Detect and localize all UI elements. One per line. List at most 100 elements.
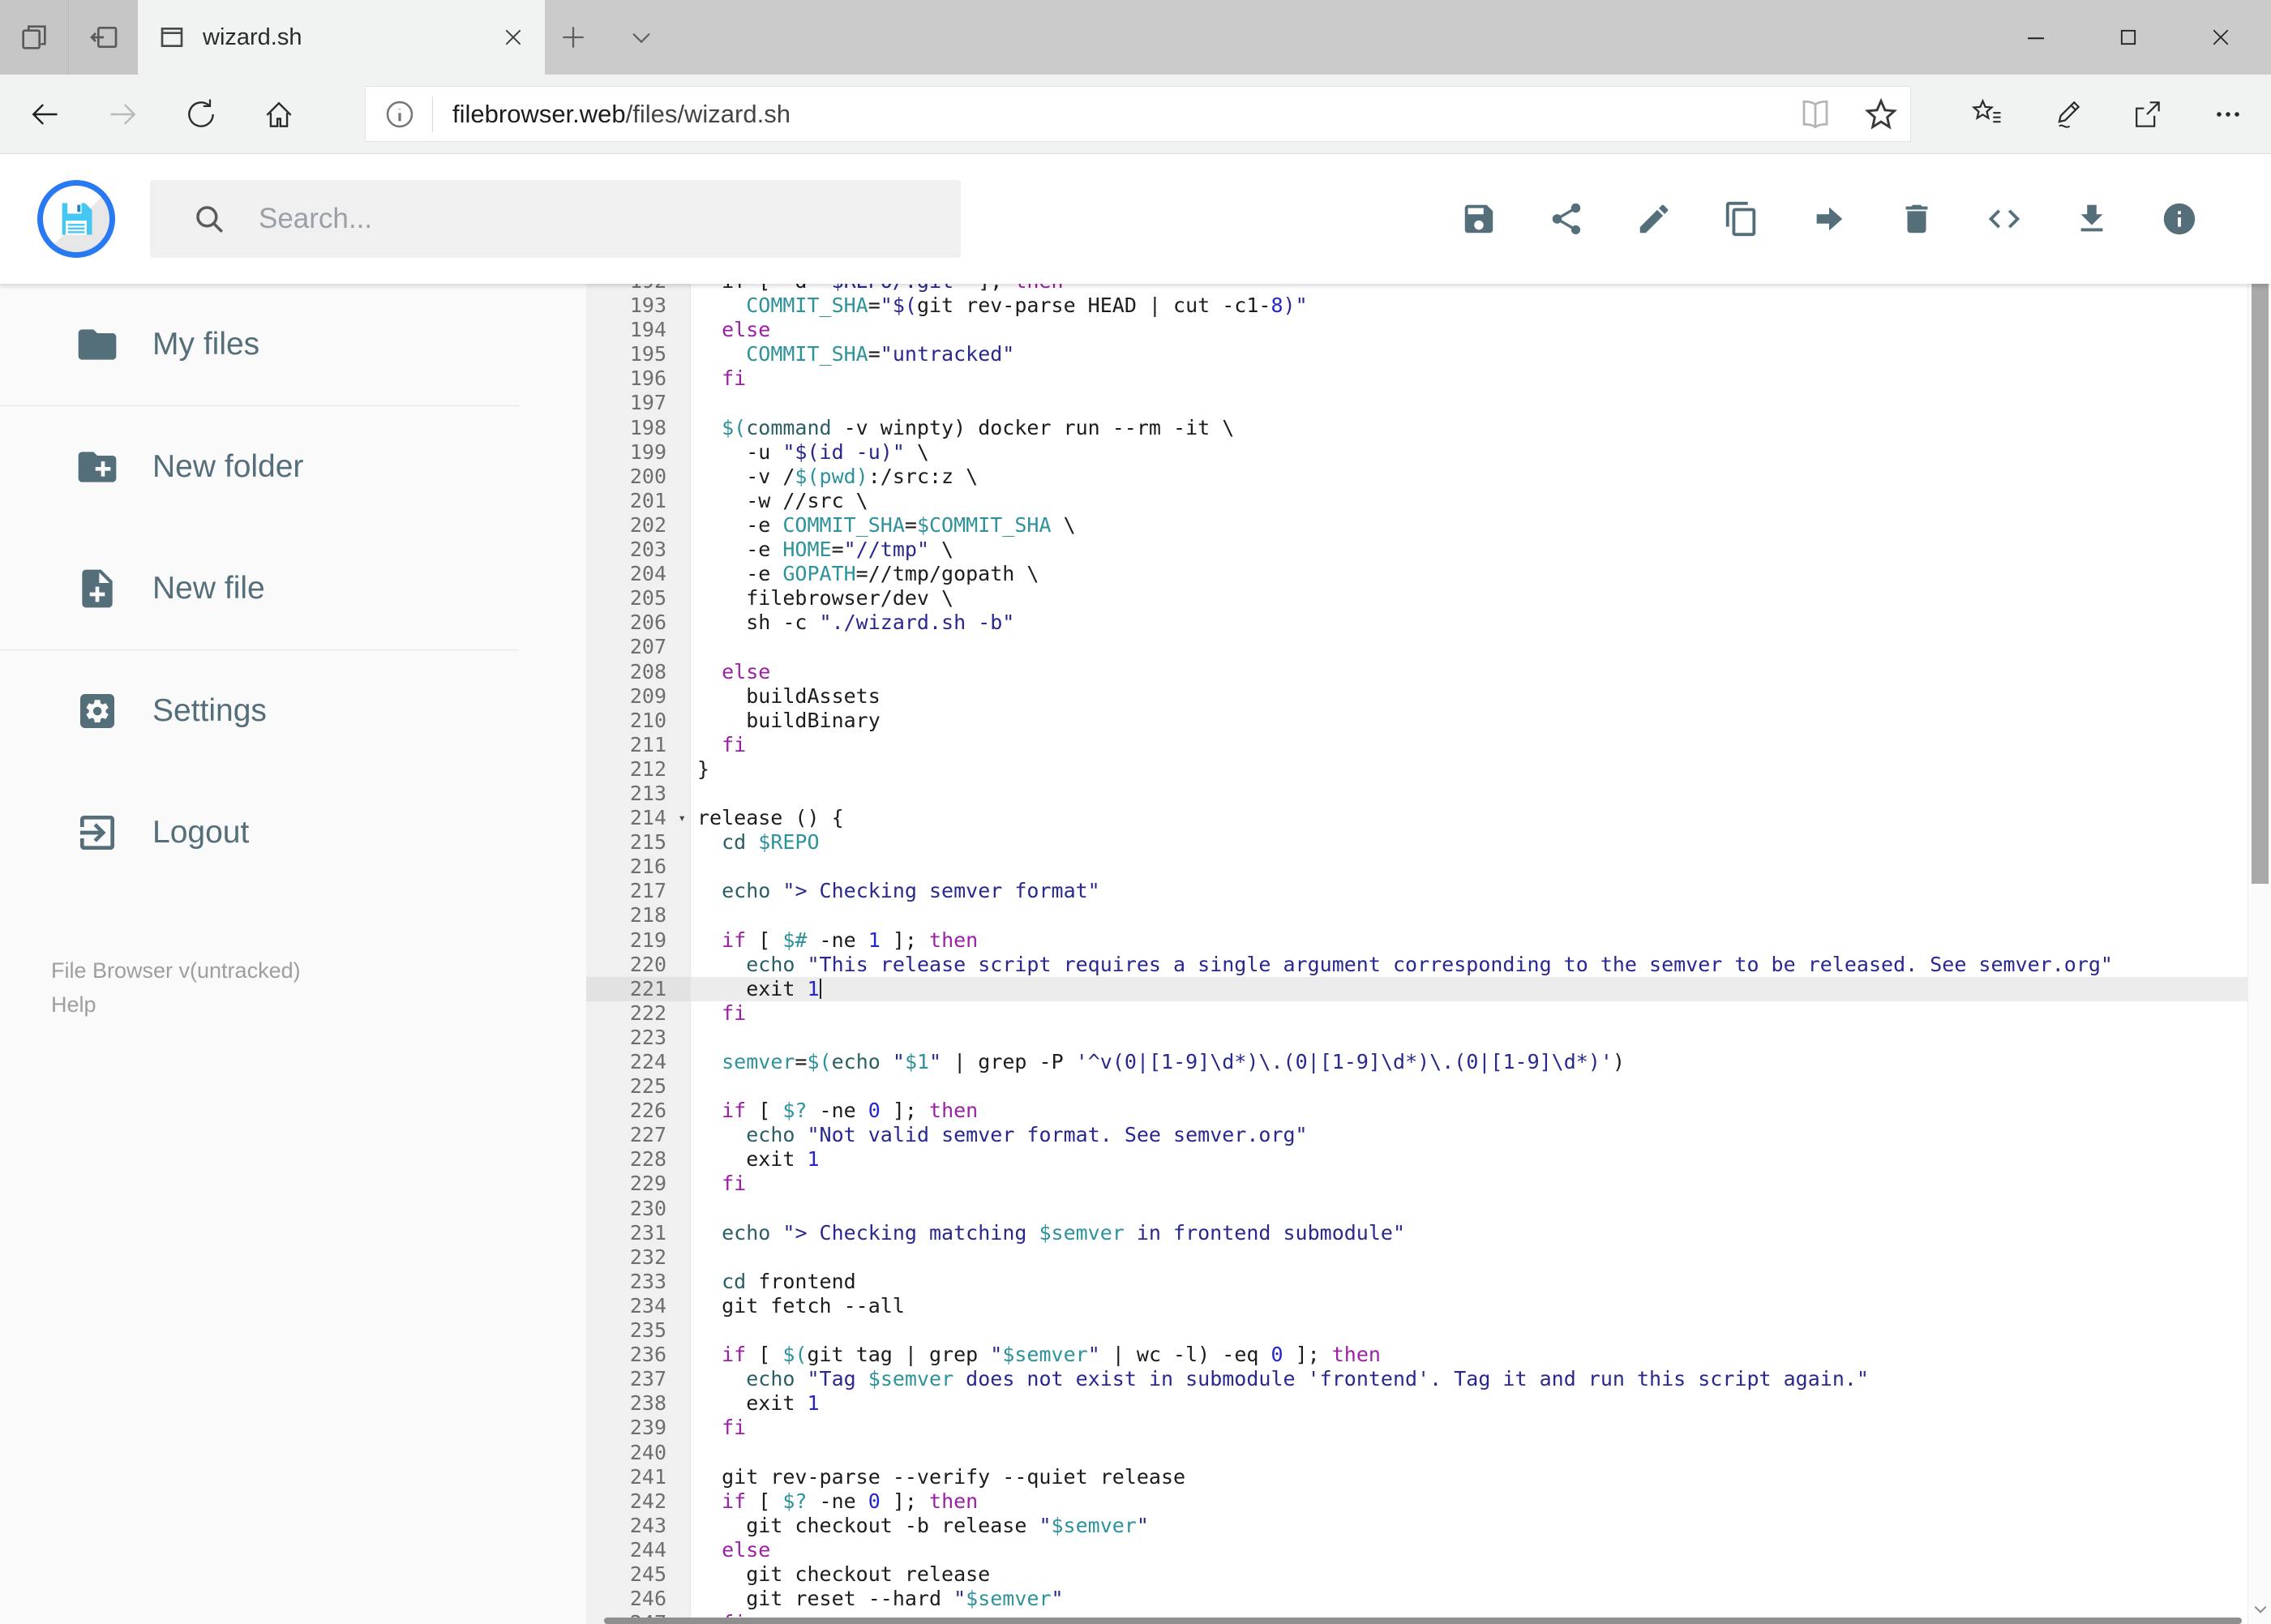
set-tabs-aside-button[interactable] bbox=[70, 0, 139, 75]
code-line-204[interactable]: 204 -e GOPATH=//tmp/gopath \ bbox=[586, 562, 2247, 586]
forward-button[interactable] bbox=[105, 96, 141, 132]
search-input[interactable] bbox=[259, 203, 923, 235]
vertical-scroll-thumb[interactable] bbox=[2252, 182, 2269, 884]
code-line-195[interactable]: 195 COMMIT_SHA="untracked" bbox=[586, 342, 2247, 366]
code-line-229[interactable]: 229 fi bbox=[586, 1172, 2247, 1196]
code-line-234[interactable]: 234 git fetch --all bbox=[586, 1294, 2247, 1318]
rename-icon[interactable] bbox=[1635, 200, 1673, 238]
favorite-star-icon[interactable] bbox=[1863, 96, 1899, 132]
vertical-scrollbar[interactable] bbox=[2247, 154, 2271, 1624]
code-line-203[interactable]: 203 -e HOME="//tmp" \ bbox=[586, 538, 2247, 562]
web-note-button[interactable] bbox=[2049, 96, 2085, 132]
code-line-201[interactable]: 201 -w //src \ bbox=[586, 489, 2247, 513]
code-line-236[interactable]: 236 if [ $(git tag | grep "$semver" | wc… bbox=[586, 1343, 2247, 1367]
sidebar-item-settings[interactable]: Settings bbox=[0, 650, 586, 772]
info-icon[interactable] bbox=[2161, 200, 2198, 238]
code-line-193[interactable]: 193 COMMIT_SHA="$(git rev-parse HEAD | c… bbox=[586, 294, 2247, 318]
code-line-198[interactable]: 198 $(command -v winpty) docker run --rm… bbox=[586, 416, 2247, 440]
code-line-221[interactable]: 221 exit 1 bbox=[586, 976, 2247, 1001]
code-line-218[interactable]: 218 bbox=[586, 903, 2247, 928]
refresh-button[interactable] bbox=[183, 96, 219, 132]
move-icon[interactable] bbox=[1810, 200, 1848, 238]
code-line-202[interactable]: 202 -e COMMIT_SHA=$COMMIT_SHA \ bbox=[586, 513, 2247, 538]
code-line-214[interactable]: 214 ▾ release () { bbox=[586, 806, 2247, 830]
code-line-220[interactable]: 220 echo "This release script requires a… bbox=[586, 953, 2247, 977]
code-line-211[interactable]: 211 fi bbox=[586, 733, 2247, 757]
sidebar-item-logout[interactable]: Logout bbox=[0, 772, 586, 893]
code-line-231[interactable]: 231 echo "> Checking matching $semver in… bbox=[586, 1221, 2247, 1245]
code-line-222[interactable]: 222 fi bbox=[586, 1001, 2247, 1026]
code-line-213[interactable]: 213 bbox=[586, 782, 2247, 806]
favorites-hub-button[interactable] bbox=[1969, 96, 2005, 132]
tab-close-icon[interactable] bbox=[503, 27, 524, 48]
window-maximize-button[interactable] bbox=[2083, 0, 2174, 75]
code-line-199[interactable]: 199 -u "$(id -u)" \ bbox=[586, 440, 2247, 465]
code-editor[interactable]: 192 if [ -d "$REPO/.git" ]; then193 COMM… bbox=[586, 284, 2247, 1624]
code-line-241[interactable]: 241 git rev-parse --verify --quiet relea… bbox=[586, 1465, 2247, 1489]
code-line-243[interactable]: 243 git checkout -b release "$semver" bbox=[586, 1514, 2247, 1538]
code-line-246[interactable]: 246 git reset --hard "$semver" bbox=[586, 1587, 2247, 1611]
new-tab-button[interactable] bbox=[545, 0, 602, 75]
sidebar-item-my-files[interactable]: My files bbox=[0, 284, 586, 405]
code-line-245[interactable]: 245 git checkout release bbox=[586, 1562, 2247, 1587]
horizontal-scroll-thumb[interactable] bbox=[604, 1618, 2242, 1624]
code-line-192[interactable]: 192 if [ -d "$REPO/.git" ]; then bbox=[586, 284, 2247, 294]
tab-preview-button[interactable] bbox=[0, 0, 69, 75]
more-options-button[interactable] bbox=[2210, 96, 2246, 132]
code-line-227[interactable]: 227 echo "Not valid semver format. See s… bbox=[586, 1123, 2247, 1147]
code-line-224[interactable]: 224 semver=$(echo "$1" | grep -P '^v(0|[… bbox=[586, 1050, 2247, 1074]
code-line-217[interactable]: 217 echo "> Checking semver format" bbox=[586, 879, 2247, 903]
code-line-226[interactable]: 226 if [ $? -ne 0 ]; then bbox=[586, 1099, 2247, 1123]
code-line-228[interactable]: 228 exit 1 bbox=[586, 1147, 2247, 1172]
code-line-207[interactable]: 207 bbox=[586, 635, 2247, 659]
scroll-down-arrow[interactable] bbox=[2252, 1601, 2269, 1618]
sidebar-item-new-folder[interactable]: New folder bbox=[0, 406, 586, 528]
code-line-212[interactable]: 212} bbox=[586, 757, 2247, 782]
code-line-225[interactable]: 225 bbox=[586, 1074, 2247, 1099]
code-line-206[interactable]: 206 sh -c "./wizard.sh -b" bbox=[586, 611, 2247, 635]
code-line-230[interactable]: 230 bbox=[586, 1197, 2247, 1221]
code-line-216[interactable]: 216 bbox=[586, 855, 2247, 879]
code-line-238[interactable]: 238 exit 1 bbox=[586, 1391, 2247, 1416]
fold-marker-icon[interactable]: ▾ bbox=[678, 806, 686, 830]
tab-list-chevron[interactable] bbox=[613, 0, 670, 75]
code-line-232[interactable]: 232 bbox=[586, 1245, 2247, 1270]
code-line-242[interactable]: 242 if [ $? -ne 0 ]; then bbox=[586, 1489, 2247, 1514]
window-minimize-button[interactable] bbox=[1990, 0, 2081, 75]
share-icon[interactable] bbox=[1548, 200, 1585, 238]
code-line-215[interactable]: 215 cd $REPO bbox=[586, 830, 2247, 855]
window-close-button[interactable] bbox=[2175, 0, 2266, 75]
code-line-239[interactable]: 239 fi bbox=[586, 1416, 2247, 1440]
save-icon[interactable] bbox=[1460, 200, 1498, 238]
address-bar[interactable]: filebrowser.web/files/wizard.sh bbox=[365, 86, 1911, 142]
code-line-219[interactable]: 219 if [ $# -ne 1 ]; then bbox=[586, 928, 2247, 953]
home-button[interactable] bbox=[261, 96, 297, 132]
code-line-235[interactable]: 235 bbox=[586, 1318, 2247, 1343]
delete-icon[interactable] bbox=[1898, 200, 1935, 238]
share-button[interactable] bbox=[2129, 96, 2165, 132]
code-line-244[interactable]: 244 else bbox=[586, 1538, 2247, 1562]
filebrowser-logo[interactable] bbox=[37, 180, 115, 258]
search-bar[interactable] bbox=[150, 180, 961, 258]
code-line-208[interactable]: 208 else bbox=[586, 660, 2247, 684]
code-line-196[interactable]: 196 fi bbox=[586, 366, 2247, 391]
code-line-210[interactable]: 210 buildBinary bbox=[586, 709, 2247, 733]
raw-code-icon[interactable] bbox=[1986, 200, 2023, 238]
copy-icon[interactable] bbox=[1723, 200, 1760, 238]
code-line-content: git rev-parse --verify --quiet release bbox=[697, 1464, 1186, 1489]
download-icon[interactable] bbox=[2073, 200, 2110, 238]
code-line-200[interactable]: 200 -v /$(pwd):/src:z \ bbox=[586, 465, 2247, 489]
code-line-194[interactable]: 194 else bbox=[586, 318, 2247, 342]
tab-wizard-sh[interactable]: wizard.sh bbox=[138, 0, 545, 75]
code-line-237[interactable]: 237 echo "Tag $semver does not exist in … bbox=[586, 1367, 2247, 1391]
code-line-197[interactable]: 197 bbox=[586, 391, 2247, 415]
code-line-240[interactable]: 240 bbox=[586, 1441, 2247, 1465]
code-line-205[interactable]: 205 filebrowser/dev \ bbox=[586, 586, 2247, 611]
sidebar-item-new-file[interactable]: New file bbox=[0, 528, 586, 649]
code-line-223[interactable]: 223 bbox=[586, 1026, 2247, 1050]
code-line-209[interactable]: 209 buildAssets bbox=[586, 684, 2247, 709]
site-info-icon[interactable] bbox=[383, 98, 416, 131]
help-link[interactable]: Help bbox=[51, 988, 301, 1022]
back-button[interactable] bbox=[27, 96, 62, 132]
code-line-233[interactable]: 233 cd frontend bbox=[586, 1270, 2247, 1294]
